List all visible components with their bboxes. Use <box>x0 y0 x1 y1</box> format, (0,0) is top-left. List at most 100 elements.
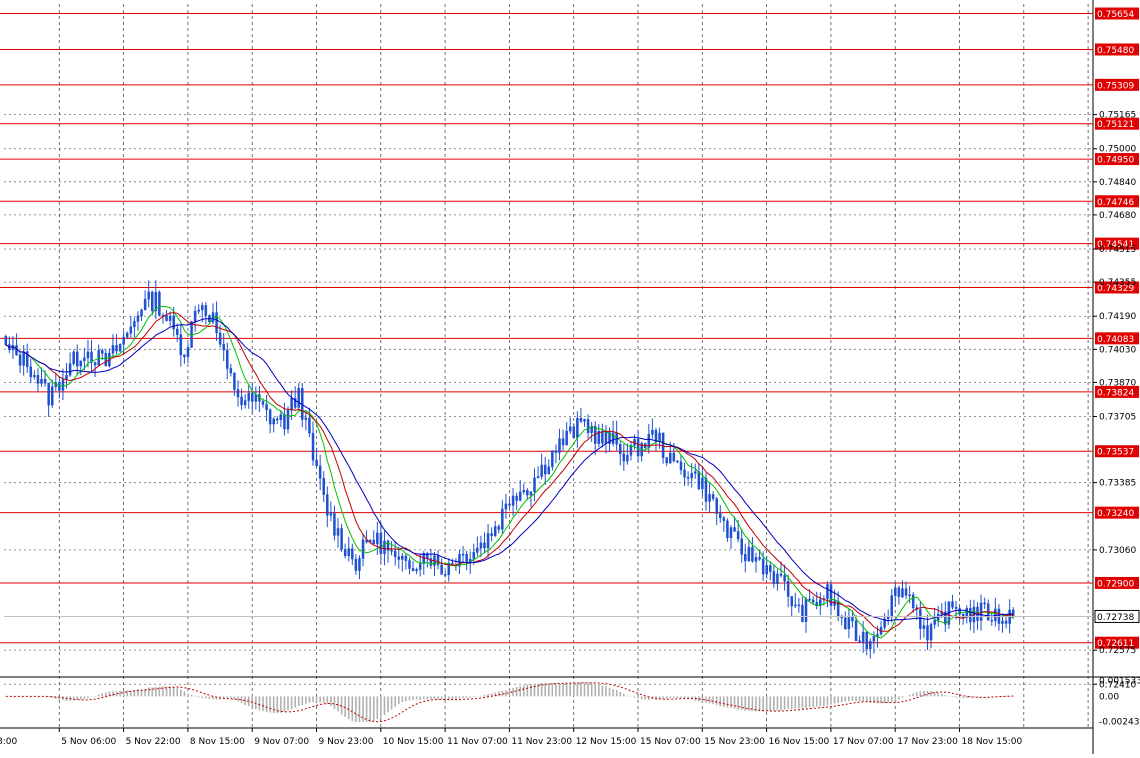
x-tick-label: 17 Nov 23:00 <box>897 737 958 747</box>
candle-body <box>118 344 122 352</box>
candle-body <box>551 450 554 468</box>
candle-body <box>115 345 118 352</box>
candle-body <box>40 378 43 384</box>
candle-body <box>347 548 350 557</box>
x-tick-label: 11 Nov 23:00 <box>511 737 572 747</box>
candle-body <box>669 452 672 464</box>
candle <box>340 524 343 552</box>
candle-body <box>894 587 897 596</box>
candle-body <box>343 549 347 557</box>
candle-body <box>565 430 568 446</box>
candle-body <box>844 617 847 630</box>
candle-body <box>526 490 529 496</box>
candle-body <box>876 633 879 637</box>
candle-body <box>719 513 722 519</box>
x-tick-label: 16 Nov 15:00 <box>769 737 830 747</box>
x-tick-label: 8 Nov 15:00 <box>190 737 245 747</box>
candle-body <box>329 513 333 516</box>
candle-body <box>372 539 375 545</box>
candle <box>4 334 8 346</box>
candle-body <box>47 383 50 406</box>
candle-body <box>919 609 922 629</box>
candle-body <box>501 508 504 530</box>
candle-body <box>504 503 508 510</box>
candle-body <box>929 624 933 641</box>
candle-body <box>133 321 136 328</box>
candle-body <box>183 354 186 358</box>
y-tick-label: 0.74515 <box>1099 245 1136 255</box>
candle-body <box>586 419 590 433</box>
candle-body <box>476 547 479 553</box>
level-label: 0.74083 <box>1097 335 1134 345</box>
level-label: 0.75654 <box>1097 10 1134 20</box>
candle-body <box>136 315 140 322</box>
candle-body <box>443 574 447 576</box>
candle-body <box>558 438 561 453</box>
x-tick-label: 12 Nov 15:00 <box>576 737 637 747</box>
x-tick-label: 5 Nov 22:00 <box>126 737 181 747</box>
candle-body <box>529 491 533 496</box>
candle-body <box>890 595 894 618</box>
candle-body <box>493 526 497 536</box>
candle-body <box>75 351 79 367</box>
candle-body <box>761 558 765 575</box>
candle-body <box>100 350 104 354</box>
candle-body <box>547 466 551 475</box>
candle-body <box>147 291 150 300</box>
candle-body <box>629 445 633 456</box>
candle-body <box>336 528 340 536</box>
chart-canvas[interactable]: 0.75654 0.75480 0.75309 0.75121 0.74950 0.747… <box>0 0 1140 754</box>
candle-body <box>465 554 468 563</box>
candle-body <box>440 564 443 575</box>
candle-body <box>676 460 679 463</box>
price-chart[interactable]: 0.75654 0.75480 0.75309 0.75121 0.74950 0.747… <box>0 0 1140 754</box>
candle-body <box>240 396 243 406</box>
osc-tick-label: -0.002434 <box>1099 717 1140 727</box>
candle-body <box>790 596 793 607</box>
candle-body <box>418 563 422 570</box>
candle-body <box>247 392 250 401</box>
level-label: 0.72900 <box>1097 579 1134 589</box>
candle-body <box>297 388 300 408</box>
candle-body <box>572 426 576 438</box>
candle-body <box>861 631 865 643</box>
candle-body <box>733 527 736 532</box>
candle-body <box>308 417 311 434</box>
candle-body <box>576 418 579 438</box>
level-label: 0.74746 <box>1097 198 1134 208</box>
candle-body <box>1004 620 1008 624</box>
candle <box>190 320 193 348</box>
candle-body <box>79 360 83 367</box>
x-tick-label: 17 Nov 07:00 <box>833 737 894 747</box>
candle-body <box>261 401 265 405</box>
candle-body <box>390 550 393 552</box>
y-tick-label: 0.74355 <box>1099 278 1136 288</box>
candle-body <box>886 616 890 620</box>
candle-body <box>554 450 558 453</box>
candle-body <box>315 459 318 467</box>
x-tick-label: 11 Nov 07:00 <box>447 737 508 747</box>
candle-body <box>33 375 36 378</box>
candle-body <box>568 426 572 432</box>
y-tick-label: 0.74680 <box>1099 211 1136 221</box>
candle-body <box>140 309 143 317</box>
candle-body <box>486 533 490 549</box>
candle-body <box>797 604 801 607</box>
candle-body <box>358 558 361 571</box>
level-label: 0.75309 <box>1097 81 1134 91</box>
candle-body <box>740 538 743 555</box>
y-tick-label: 0.73705 <box>1099 413 1136 423</box>
level-label: 0.73537 <box>1097 448 1134 458</box>
candle-body <box>165 315 168 321</box>
candle-body <box>540 464 543 477</box>
candle-body <box>804 598 808 622</box>
candle-body <box>726 520 729 538</box>
candle-body <box>794 604 797 607</box>
candle-body <box>201 305 204 311</box>
candle-body <box>933 619 936 625</box>
y-tick-label: 0.74190 <box>1099 312 1136 322</box>
candle-body <box>701 477 704 490</box>
candle-body <box>708 494 711 502</box>
y-tick-label: 0.75165 <box>1099 111 1136 121</box>
candle-body <box>243 400 247 406</box>
